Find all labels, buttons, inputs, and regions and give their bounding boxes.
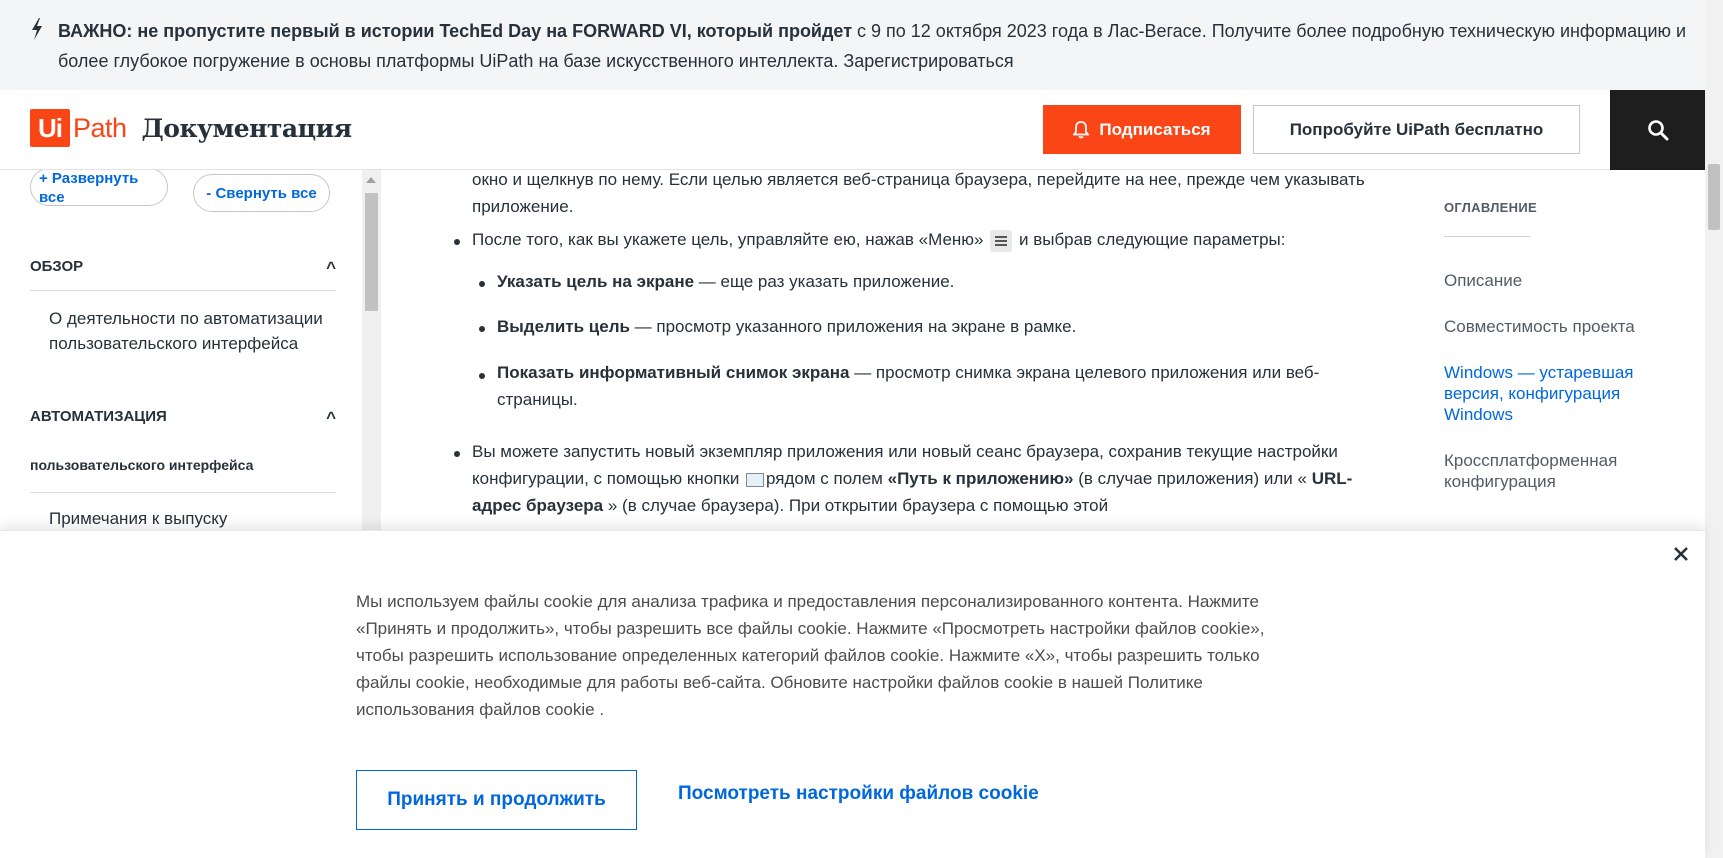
announcement-text[interactable]: ВАЖНО: не пропустите первый в истории Te… [58, 16, 1688, 76]
sidebar-scrollbar-thumb[interactable] [365, 193, 378, 311]
chevron-up-icon: ^ [326, 408, 336, 427]
list-item-text: (в случае приложения) или « [1073, 469, 1312, 488]
list-item: Показать информативный снимок экрана — п… [497, 359, 1367, 413]
option-text: — просмотр указанного приложения на экра… [629, 317, 1077, 336]
expand-all-button[interactable]: + Развернуть все [30, 170, 168, 206]
page-scrollbar[interactable] [1705, 0, 1723, 858]
sidebar-item-about-ui-automation[interactable]: О деятельности по автоматизации пользова… [49, 306, 339, 356]
option-title: Выделить цель [497, 317, 630, 336]
toc-item-cross-platform[interactable]: Кроссплатформенная конфигурация [1444, 450, 1664, 492]
list-item-text: рядом с полем [766, 469, 888, 488]
cookie-settings-link[interactable]: Посмотреть настройки файлов cookie [678, 783, 1039, 805]
cookie-message: Мы используем файлы cookie для анализа т… [356, 592, 1265, 719]
option-title: Показать информативный снимок экрана [497, 363, 850, 382]
divider [30, 492, 336, 493]
chevron-up-icon: ^ [326, 258, 336, 277]
list-item: После того, как вы укажете цель, управля… [472, 226, 1372, 253]
toc-divider [1444, 236, 1530, 237]
paragraph: окно и щелкнув по нему. Если целью являе… [472, 170, 1365, 216]
article-content: окно и щелкнув по нему. Если целью являе… [382, 170, 1382, 530]
list-item: Выделить цель — просмотр указанного прил… [497, 313, 1367, 340]
bell-icon [1073, 120, 1090, 138]
toc-item-compatibility[interactable]: Совместимость проекта [1444, 316, 1674, 337]
sidebar-item-release-notes[interactable]: Примечания к выпуску [49, 506, 339, 530]
docs-title: Документация [141, 113, 353, 143]
section-automation-subtitle: пользовательского интерфейса [30, 457, 254, 473]
site-header: Ui Path Документация Подписаться Попробу… [0, 90, 1705, 170]
logo-ui: Ui [30, 109, 70, 147]
list-item-text: После того, как вы укажете цель, управля… [472, 230, 984, 249]
section-overview-label: ОБЗОР [30, 258, 84, 275]
collapse-all-button[interactable]: - Свернуть все [193, 174, 330, 212]
try-free-button[interactable]: Попробуйте UiPath бесплатно [1253, 105, 1580, 154]
section-automation[interactable]: АВТОМАТИЗАЦИЯ ^ [30, 408, 336, 427]
bullet-icon [479, 326, 485, 332]
search-icon [1647, 120, 1668, 141]
bullet-icon [479, 281, 485, 287]
section-automation-label: АВТОМАТИЗАЦИЯ [30, 408, 167, 425]
list-item-text: » (в случае браузера). При открытии брау… [603, 496, 1109, 515]
open-app-icon[interactable] [746, 472, 765, 487]
announcement-bold: ВАЖНО: не пропустите первый в истории Te… [58, 21, 853, 41]
field-name: «Путь к приложению» [887, 469, 1074, 488]
toc-item-windows-legacy[interactable]: Windows — устаревшая версия, конфигураци… [1444, 362, 1664, 425]
page-scrollbar-thumb[interactable] [1708, 164, 1720, 230]
subscribe-button[interactable]: Подписаться [1043, 105, 1241, 154]
divider [30, 290, 336, 291]
bullet-icon [454, 451, 460, 457]
menu-icon [990, 229, 1013, 252]
subscribe-label: Подписаться [1099, 119, 1211, 139]
docs-sidebar: + Развернуть все - Свернуть все ОБЗОР ^ … [0, 170, 362, 530]
option-text: — еще раз указать приложение. [694, 272, 955, 291]
close-button[interactable] [1668, 541, 1694, 567]
bullet-icon [479, 373, 485, 379]
announcement-banner: ВАЖНО: не пропустите первый в истории Te… [0, 0, 1705, 90]
toc-title: ОГЛАВЛЕНИЕ [1444, 200, 1537, 215]
bullet-icon [454, 239, 460, 245]
cookie-banner: Мы используем файлы cookie для анализа т… [0, 530, 1705, 858]
list-item: Вы можете запустить новый экземпляр прил… [472, 438, 1372, 519]
close-icon [1674, 547, 1688, 561]
logo-path: Path [73, 112, 127, 143]
option-title: Указать цель на экране [497, 272, 695, 291]
toc-item-description[interactable]: Описание [1444, 270, 1674, 291]
accept-cookies-button[interactable]: Принять и продолжить [356, 770, 637, 830]
search-button[interactable] [1610, 90, 1705, 170]
list-item: Указать цель на экране — еще раз указать… [497, 268, 1367, 295]
list-item-text: и выбрав следующие параметры: [1018, 230, 1286, 249]
uipath-logo[interactable]: Ui Path Документация [30, 108, 352, 148]
section-overview[interactable]: ОБЗОР ^ [30, 258, 336, 277]
lightning-icon [32, 18, 42, 40]
scroll-up-arrow-icon[interactable] [366, 177, 376, 183]
